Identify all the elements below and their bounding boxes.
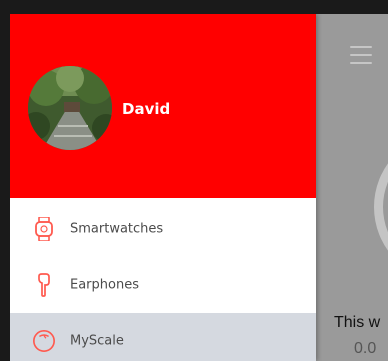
progress-ring bbox=[374, 132, 388, 282]
avatar[interactable] bbox=[28, 66, 112, 150]
earphone-icon bbox=[32, 273, 56, 297]
sidebar-item-myscale[interactable]: MyScale bbox=[10, 313, 316, 361]
app-window: David Smartwatches Earphones MyScale Thi… bbox=[10, 14, 388, 361]
navigation-drawer: David Smartwatches Earphones MyScale bbox=[10, 14, 316, 361]
drawer-header: David bbox=[10, 14, 316, 198]
main-content[interactable] bbox=[316, 14, 388, 361]
sidebar-item-smartwatches[interactable]: Smartwatches bbox=[10, 201, 316, 257]
watch-icon bbox=[32, 217, 56, 241]
week-summary-value: 0.0 bbox=[354, 340, 377, 357]
sidebar-item-label: Earphones bbox=[70, 277, 139, 293]
hamburger-menu-icon[interactable] bbox=[350, 46, 372, 64]
sidebar-item-label: MyScale bbox=[70, 333, 124, 349]
scale-icon bbox=[32, 329, 56, 353]
week-summary-label: This w bbox=[334, 314, 381, 331]
sidebar-item-label: Smartwatches bbox=[70, 221, 164, 237]
user-name: David bbox=[122, 100, 171, 118]
avatar-photo-icon bbox=[28, 66, 112, 150]
sidebar-item-earphones[interactable]: Earphones bbox=[10, 257, 316, 313]
